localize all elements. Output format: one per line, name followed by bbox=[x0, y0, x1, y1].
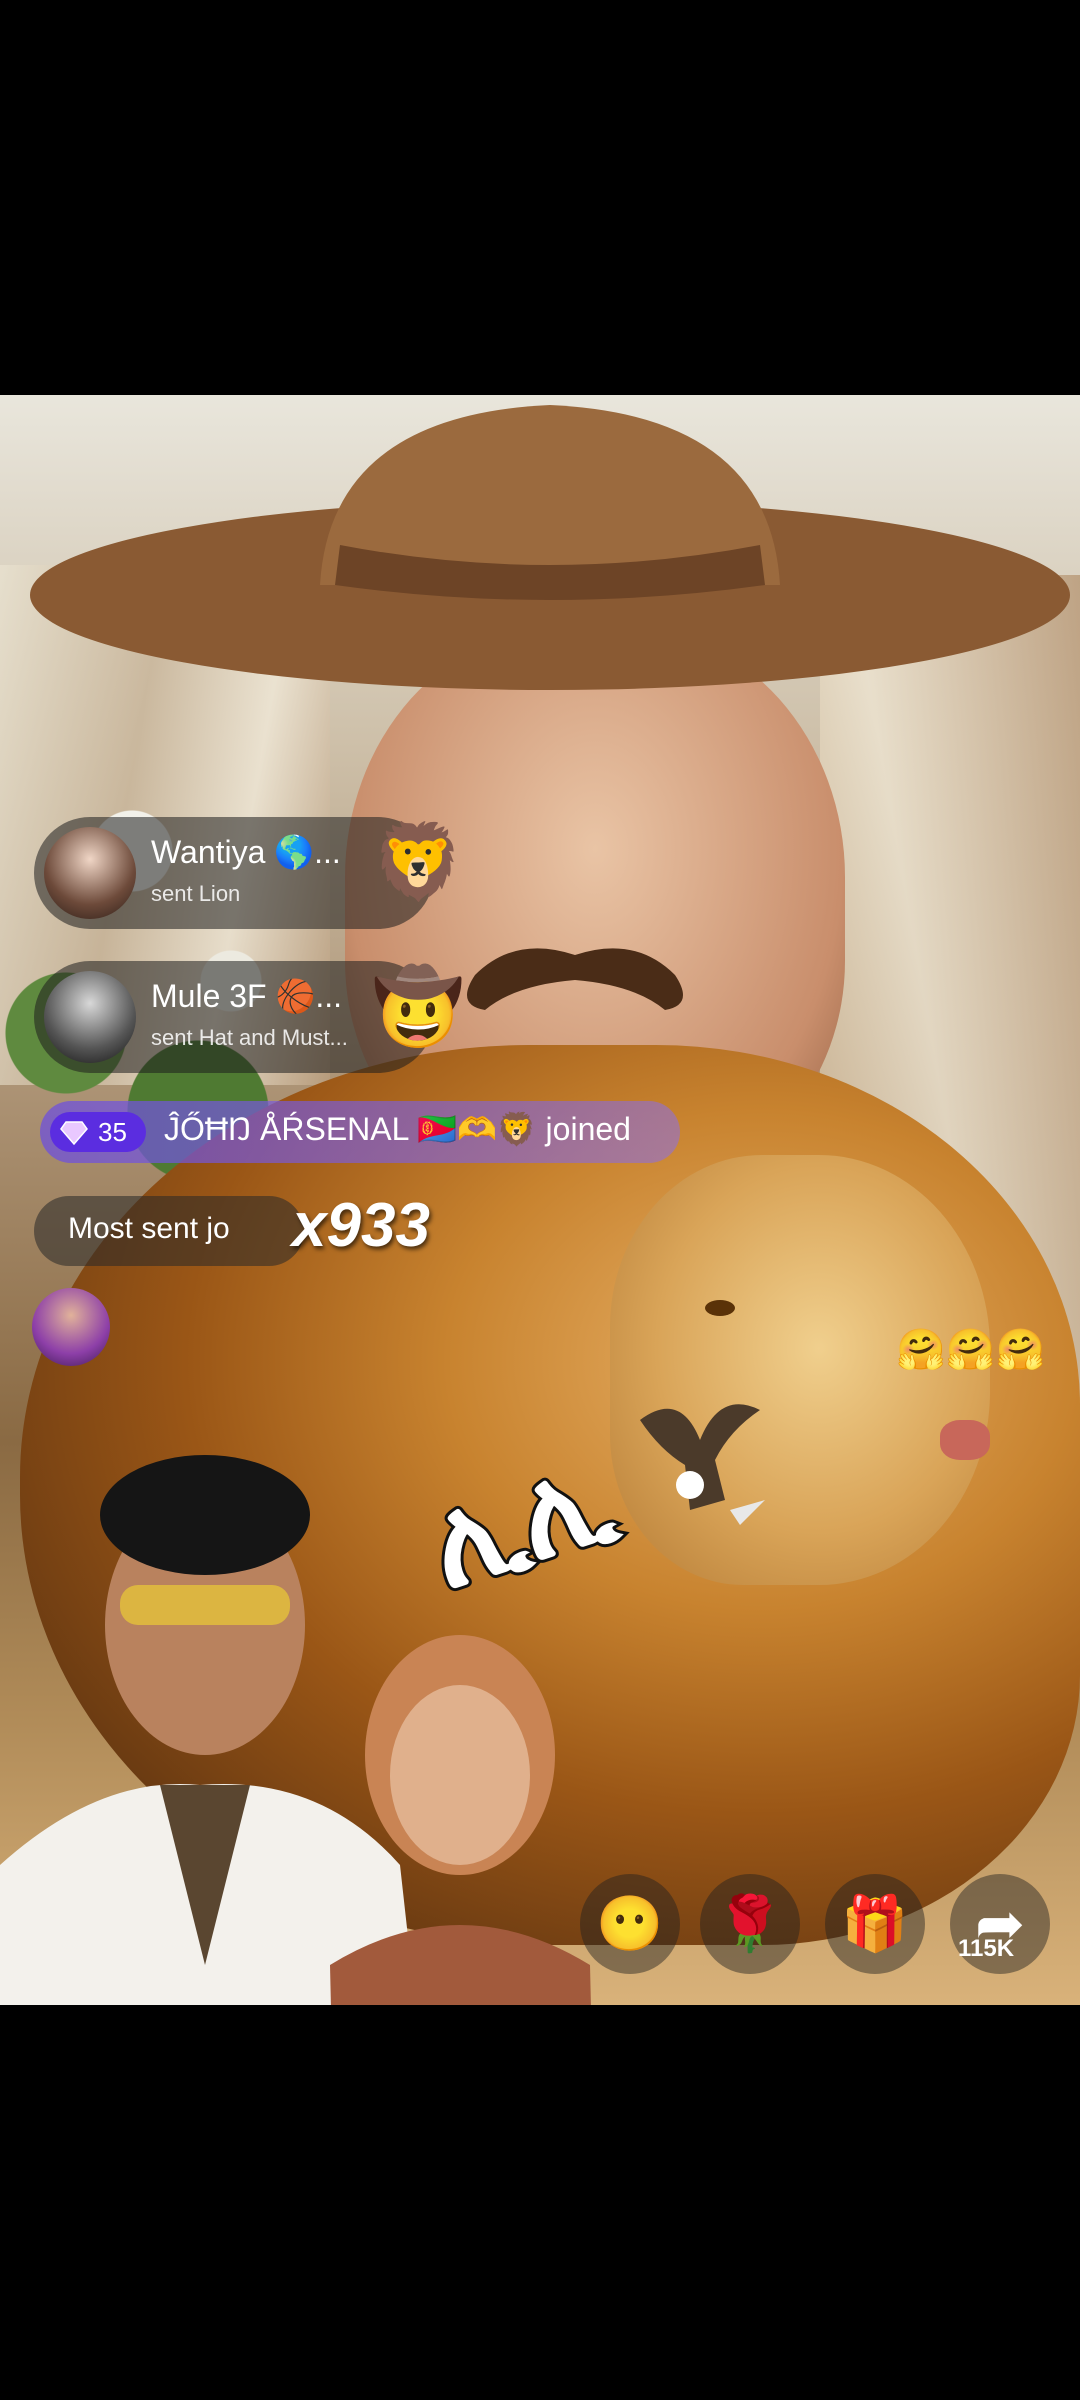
avatar[interactable] bbox=[44, 827, 136, 919]
gift-action: sent Hat and Must... bbox=[151, 1025, 348, 1050]
lion-emoji-icon: 🦁 bbox=[372, 820, 465, 903]
lion-nose bbox=[940, 1420, 990, 1460]
lion-eye bbox=[705, 1300, 735, 1316]
emoji-icon: 😶 bbox=[596, 1894, 664, 1954]
gifter-name: Wantiya 🌎... bbox=[151, 834, 341, 870]
gift-combo-count: x933 bbox=[292, 1191, 430, 1260]
most-sent-label: Most sent jo bbox=[68, 1212, 230, 1245]
cowboy-hat-filter bbox=[30, 405, 1070, 690]
rose-gift-button[interactable]: 🌹 bbox=[700, 1874, 800, 1974]
avatar[interactable] bbox=[44, 971, 136, 1063]
comment-avatar[interactable] bbox=[32, 1288, 110, 1366]
emoji-button[interactable]: 😶 bbox=[580, 1874, 680, 1974]
share-count: 115K bbox=[958, 1935, 1015, 1962]
join-banner: 35 ĴŐĦŊ ÅŔSENAL 🇪🇷🫶🦁 joined bbox=[40, 1101, 680, 1163]
bottom-letterbox bbox=[0, 2005, 1080, 2400]
sticker-woman bbox=[330, 1635, 591, 2005]
gifter-name: Mule 3F 🏀... bbox=[151, 978, 342, 1014]
level-number: 35 bbox=[98, 1117, 127, 1147]
mustache-filter bbox=[467, 948, 683, 1010]
hug-reactions: 🤗🤗🤗 bbox=[896, 1328, 1046, 1372]
gift-button[interactable]: 🎁 bbox=[825, 1874, 925, 1974]
gift-action: sent Lion bbox=[151, 881, 241, 906]
most-sent-pill: Most sent jo bbox=[34, 1196, 304, 1266]
join-text: ĴŐĦŊ ÅŔSENAL 🇪🇷🫶🦁 joined bbox=[164, 1111, 631, 1147]
top-letterbox bbox=[0, 0, 1080, 395]
rose-icon: 🌹 bbox=[716, 1894, 784, 1954]
gift-icon: 🎁 bbox=[841, 1894, 909, 1954]
level-badge: 35 bbox=[50, 1112, 146, 1152]
cowboy-hat-emoji-icon: 🤠 bbox=[372, 965, 465, 1048]
diamond-icon bbox=[60, 1121, 88, 1146]
eagle-icon bbox=[640, 1404, 765, 1525]
